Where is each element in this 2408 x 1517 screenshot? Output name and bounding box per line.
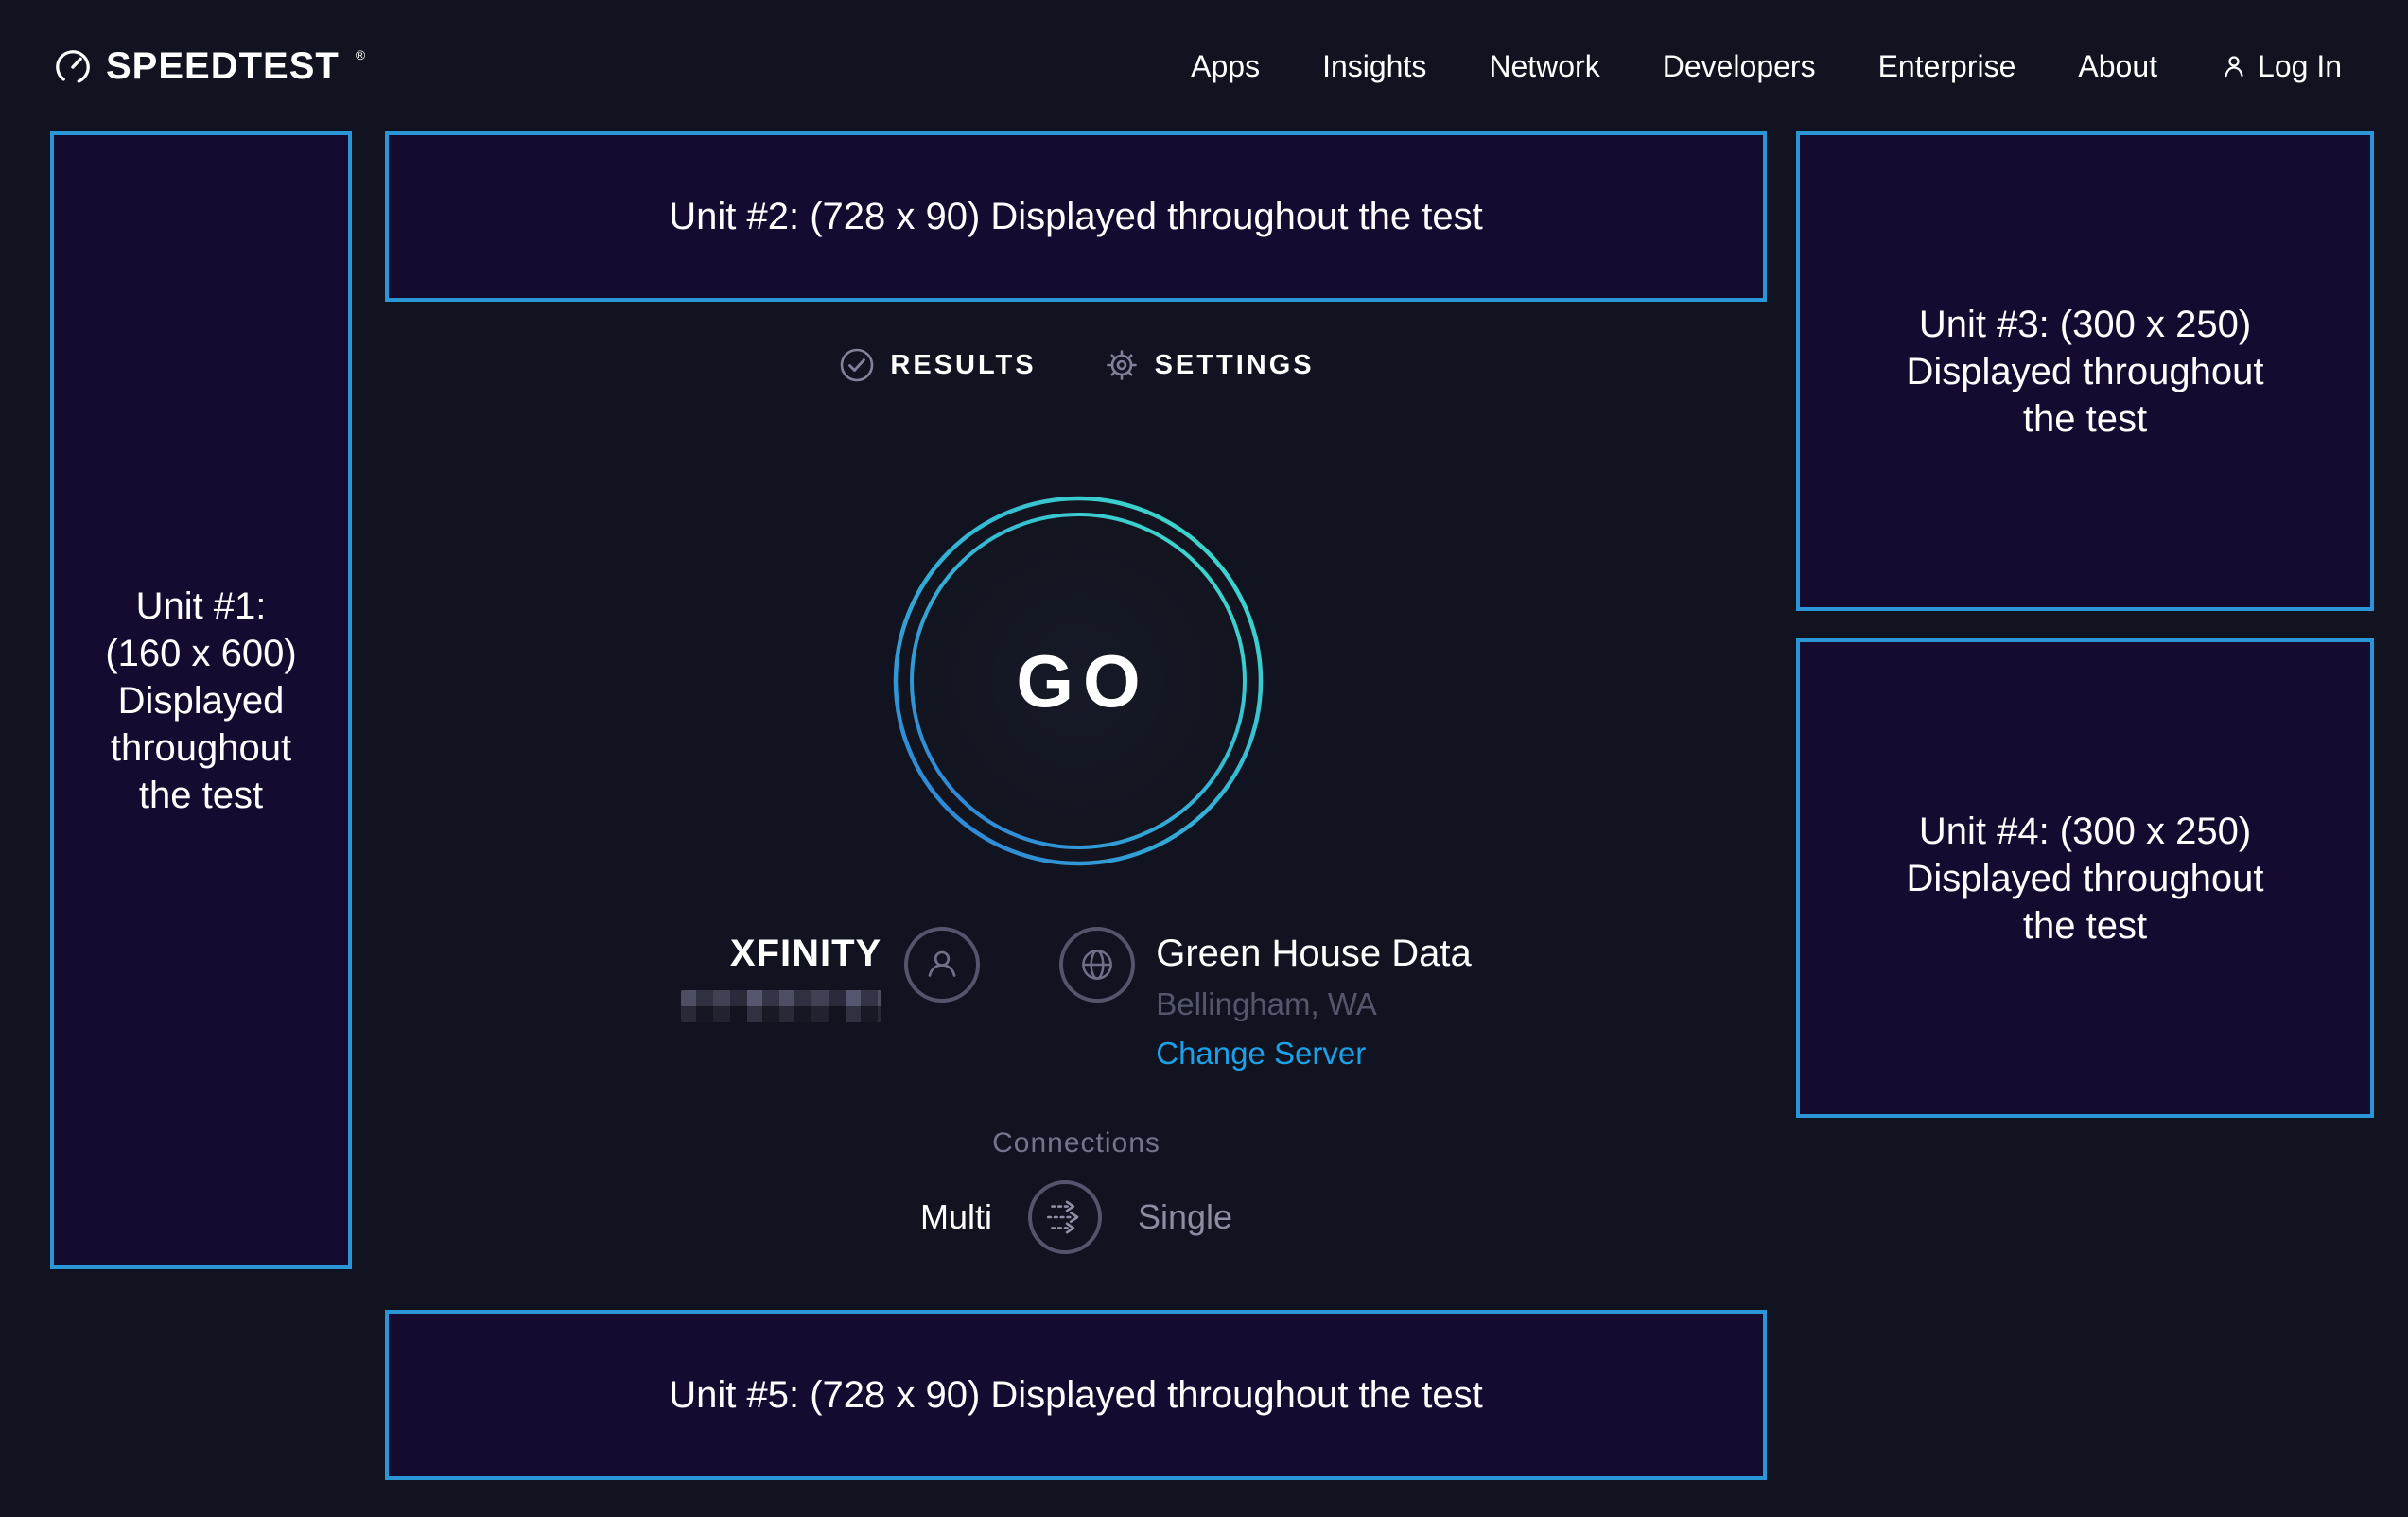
connections-label: Connections <box>992 1127 1160 1160</box>
isp-block: XFINITY <box>681 927 980 1022</box>
connections-block: Connections Multi Single <box>386 1127 1767 1254</box>
multi-arrows-icon <box>1042 1194 1088 1240</box>
go-button[interactable]: GO <box>893 496 1264 866</box>
trademark-mark: ® <box>356 47 365 62</box>
server-location: Bellingham, WA <box>1156 986 1377 1022</box>
change-server-link[interactable]: Change Server <box>1156 1036 1366 1072</box>
ad-unit-1[interactable]: Unit #1: (160 x 600) Displayed throughou… <box>50 131 352 1269</box>
nav-item-developers[interactable]: Developers <box>1663 49 1816 84</box>
brand-logo[interactable]: SPEEDTEST ® <box>53 45 365 87</box>
tab-settings-label: SETTINGS <box>1155 350 1315 381</box>
check-circle-icon <box>838 346 876 384</box>
user-icon <box>2220 52 2248 80</box>
login-label: Log In <box>2258 49 2342 84</box>
nav-item-network[interactable]: Network <box>1489 49 1599 84</box>
connections-toggle[interactable] <box>1028 1180 1102 1254</box>
top-nav-bar: SPEEDTEST ® Apps Insights Network Develo… <box>0 0 2408 132</box>
nav-item-enterprise[interactable]: Enterprise <box>1878 49 2016 84</box>
tab-results[interactable]: RESULTS <box>838 346 1036 384</box>
isp-icon-circle[interactable] <box>904 927 980 1003</box>
ad-label: Unit #5: (728 x 90) Displayed throughout… <box>669 1371 1483 1419</box>
go-label: GO <box>893 496 1264 866</box>
ad-unit-3[interactable]: Unit #3: (300 x 250) Displayed throughou… <box>1796 131 2374 611</box>
ad-unit-4[interactable]: Unit #4: (300 x 250) Displayed throughou… <box>1796 638 2374 1118</box>
tab-settings[interactable]: SETTINGS <box>1103 346 1315 384</box>
ad-label: Unit #2: (728 x 90) Displayed throughout… <box>669 193 1483 240</box>
main-nav: Apps Insights Network Developers Enterpr… <box>1191 49 2342 84</box>
person-icon <box>920 943 964 986</box>
connections-option-multi[interactable]: Multi <box>920 1197 992 1237</box>
nav-item-apps[interactable]: Apps <box>1191 49 1260 84</box>
speedometer-icon <box>53 47 93 87</box>
ad-unit-5[interactable]: Unit #5: (728 x 90) Displayed throughout… <box>385 1310 1767 1480</box>
server-icon-circle[interactable] <box>1059 927 1135 1003</box>
ad-label: Unit #3: (300 x 250) Displayed throughou… <box>1906 301 2263 443</box>
gear-icon <box>1103 346 1141 384</box>
nav-item-insights[interactable]: Insights <box>1322 49 1426 84</box>
tab-results-label: RESULTS <box>890 350 1036 381</box>
nav-item-about[interactable]: About <box>2078 49 2157 84</box>
isp-name: XFINITY <box>730 933 881 975</box>
connections-option-single[interactable]: Single <box>1138 1197 1232 1237</box>
ad-label: Unit #1: (160 x 600) Displayed throughou… <box>105 583 296 819</box>
brand-label: SPEEDTEST <box>106 45 340 87</box>
server-name: Green House Data <box>1156 933 1472 975</box>
redacted-ip-block <box>681 990 881 1022</box>
server-block: Green House Data Bellingham, WA Change S… <box>1059 927 1472 1072</box>
ad-label: Unit #4: (300 x 250) Displayed throughou… <box>1906 808 2263 950</box>
ad-unit-2[interactable]: Unit #2: (728 x 90) Displayed throughout… <box>385 131 1767 302</box>
globe-icon <box>1075 943 1119 986</box>
login-link[interactable]: Log In <box>2220 49 2342 84</box>
results-settings-tabs: RESULTS SETTINGS <box>386 346 1767 384</box>
connection-info-row: XFINITY Green House Data Bellingham, WA … <box>386 927 1767 1072</box>
